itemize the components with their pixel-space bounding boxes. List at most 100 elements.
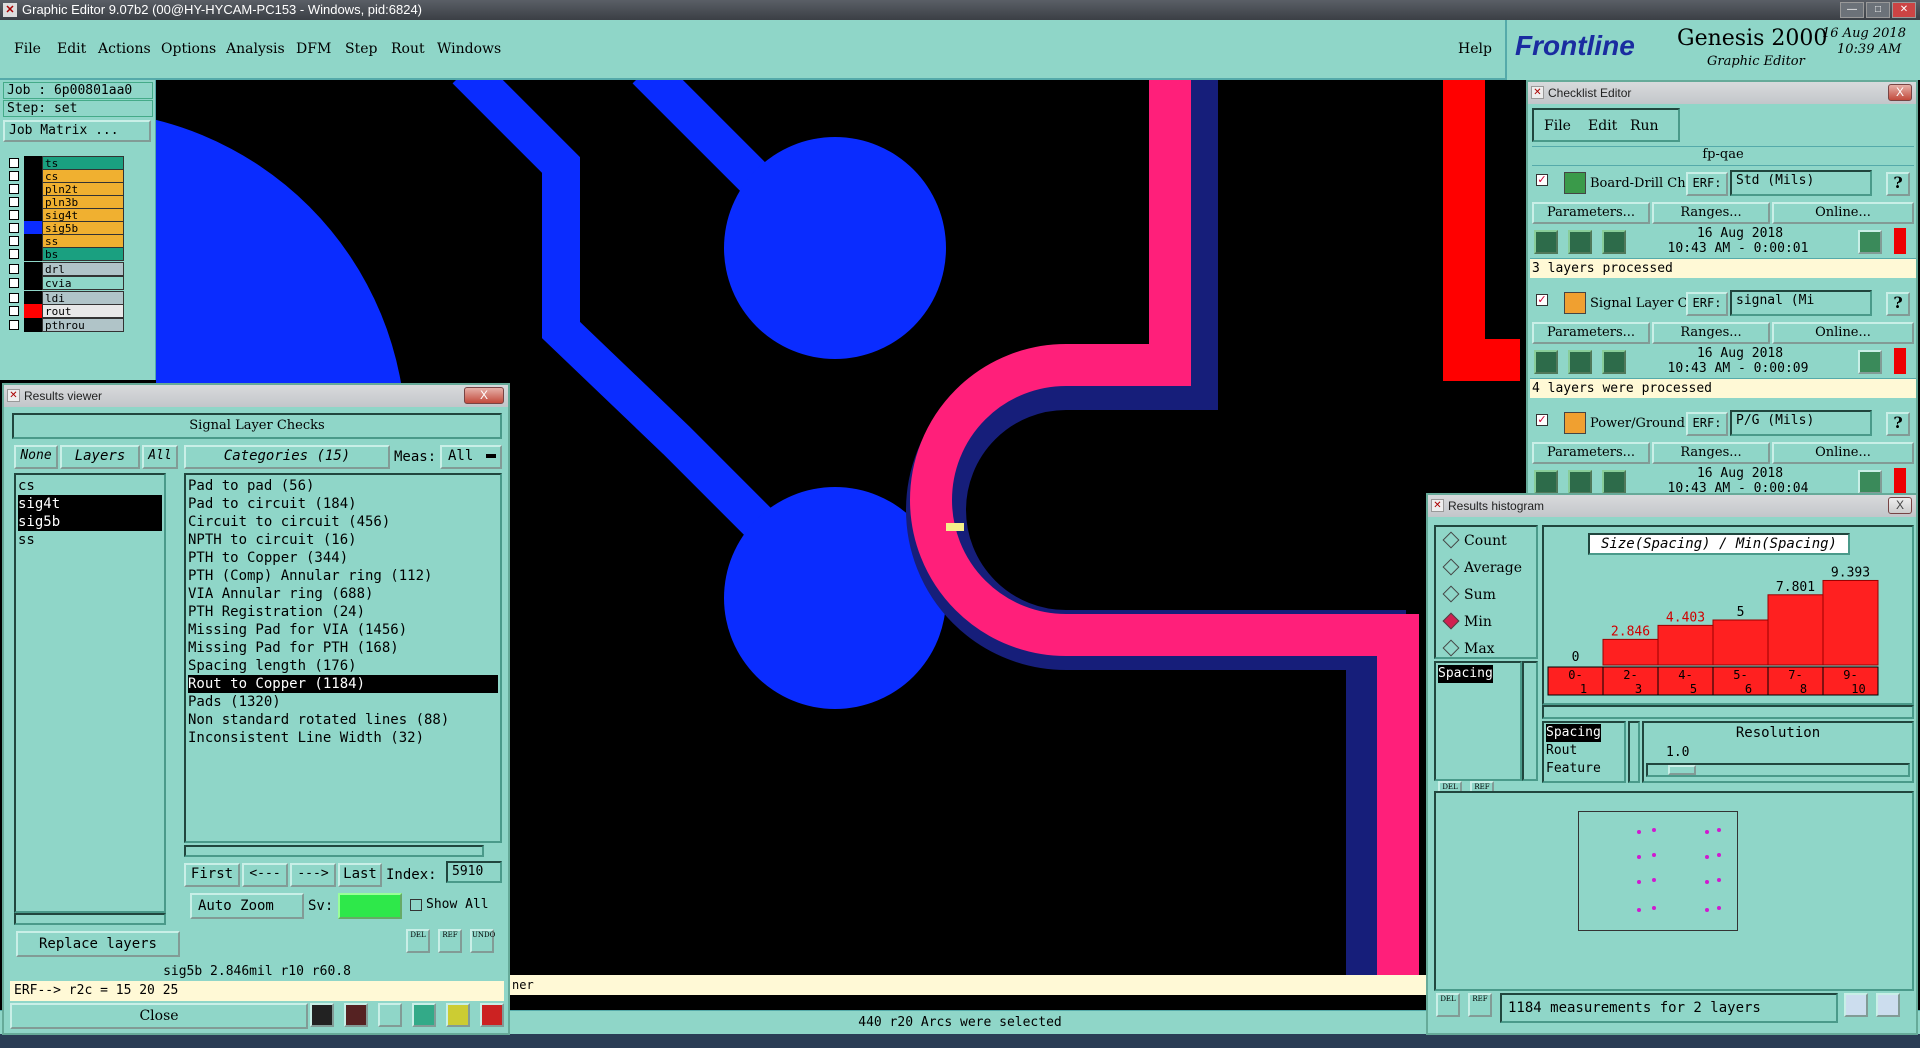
measure-list[interactable]: Spacing bbox=[1434, 661, 1522, 781]
check-enable-checkbox[interactable]: ✓ bbox=[1536, 414, 1548, 426]
run-step-icon[interactable] bbox=[1602, 470, 1626, 494]
prev-button[interactable]: <--- bbox=[242, 863, 288, 887]
help-button[interactable]: ? bbox=[1886, 172, 1910, 196]
menu-step[interactable]: Step bbox=[345, 41, 377, 57]
layer-name[interactable]: rout bbox=[42, 304, 124, 318]
measure-vscroll[interactable] bbox=[1522, 661, 1538, 781]
category-item[interactable]: NPTH to circuit (16) bbox=[188, 531, 498, 549]
histogram-bar[interactable] bbox=[1822, 579, 1879, 666]
layer-checkbox[interactable] bbox=[9, 158, 19, 168]
layer-name[interactable]: ldi bbox=[42, 291, 124, 305]
close-icon[interactable]: X bbox=[1888, 497, 1912, 514]
run-all-icon[interactable] bbox=[1568, 350, 1592, 374]
erf-label[interactable]: ERF: bbox=[1686, 172, 1728, 196]
tool-icon-4[interactable] bbox=[412, 1003, 436, 1027]
histogram-chart[interactable]: 00-12.8462-34.4034-555-67.8017-89.3939-1… bbox=[1544, 557, 1912, 707]
category-item[interactable]: Circuit to circuit (456) bbox=[188, 513, 498, 531]
refresh-icon[interactable]: REF bbox=[438, 929, 462, 953]
ranges-button[interactable]: Ranges... bbox=[1652, 322, 1770, 344]
refresh-icon[interactable]: REF bbox=[1468, 993, 1492, 1017]
category-item[interactable]: VIA Annular ring (688) bbox=[188, 585, 498, 603]
delete-icon[interactable]: DEL bbox=[1436, 993, 1460, 1017]
category-item[interactable]: PTH (Comp) Annular ring (112) bbox=[188, 567, 498, 585]
preview-thumbnail[interactable] bbox=[1578, 811, 1738, 931]
erf-value[interactable]: signal (Mi bbox=[1730, 290, 1872, 316]
online-button[interactable]: Online... bbox=[1772, 202, 1914, 224]
ranges-button[interactable]: Ranges... bbox=[1652, 442, 1770, 464]
chart-export-icon[interactable] bbox=[1876, 993, 1900, 1017]
layer-checkbox[interactable] bbox=[9, 197, 19, 207]
result-layer-item[interactable]: sig5b bbox=[18, 513, 162, 531]
tool-icon-2[interactable] bbox=[344, 1003, 368, 1027]
category-hscroll[interactable] bbox=[184, 845, 484, 857]
histogram-bar[interactable] bbox=[1712, 619, 1769, 666]
layer-name[interactable]: pln3b bbox=[42, 195, 124, 209]
category-item[interactable]: Pads (1320) bbox=[188, 693, 498, 711]
tool-icon-3[interactable] bbox=[378, 1003, 402, 1027]
run-icon[interactable] bbox=[1534, 350, 1558, 374]
close-button[interactable]: Close bbox=[10, 1003, 308, 1029]
run-all-icon[interactable] bbox=[1568, 230, 1592, 254]
radio-min[interactable]: Min bbox=[1436, 612, 1536, 632]
run-all-icon[interactable] bbox=[1568, 470, 1592, 494]
result-layer-item[interactable]: cs bbox=[18, 477, 162, 495]
check-enable-checkbox[interactable]: ✓ bbox=[1536, 174, 1548, 186]
layer-row-drl[interactable]: drl bbox=[4, 262, 124, 277]
layer-results-list[interactable]: cs sig4t sig5b ss bbox=[14, 473, 166, 913]
attribute-list[interactable]: Spacing Rout Feature bbox=[1542, 721, 1626, 783]
menu-options[interactable]: Options bbox=[161, 41, 216, 57]
erf-value[interactable]: P/G (Mils) bbox=[1730, 410, 1872, 436]
radio-average[interactable]: Average bbox=[1436, 558, 1536, 578]
layer-name[interactable]: drl bbox=[42, 262, 124, 276]
category-item[interactable]: Missing Pad for PTH (168) bbox=[188, 639, 498, 657]
category-item[interactable]: PTH to Copper (344) bbox=[188, 549, 498, 567]
layer-checkbox[interactable] bbox=[9, 320, 19, 330]
radio-count[interactable]: Count bbox=[1436, 531, 1536, 551]
layer-checkbox[interactable] bbox=[9, 210, 19, 220]
erf-label[interactable]: ERF: bbox=[1686, 292, 1728, 316]
layer-row-pthrou[interactable]: pthrou bbox=[4, 318, 124, 333]
next-button[interactable]: ---> bbox=[290, 863, 336, 887]
resolution-slider-handle[interactable] bbox=[1668, 765, 1696, 775]
histogram-bar[interactable] bbox=[1657, 624, 1714, 666]
job-matrix-button[interactable]: Job Matrix ... bbox=[3, 120, 151, 142]
measure-item[interactable]: Spacing bbox=[1438, 665, 1493, 683]
menu-rout[interactable]: Rout bbox=[391, 41, 425, 57]
tool-icon-5[interactable] bbox=[446, 1003, 470, 1027]
help-button[interactable]: ? bbox=[1886, 292, 1910, 316]
menu-dfm[interactable]: DFM bbox=[296, 41, 331, 57]
checklist-menu-edit[interactable]: Edit bbox=[1588, 118, 1617, 134]
zoom-results-icon[interactable] bbox=[1858, 230, 1882, 254]
run-icon[interactable] bbox=[1534, 230, 1558, 254]
index-input[interactable]: 5910 bbox=[446, 861, 502, 883]
attribute-vscroll[interactable] bbox=[1628, 721, 1640, 783]
last-button[interactable]: Last bbox=[338, 863, 382, 887]
layer-name[interactable]: sig4t bbox=[42, 208, 124, 222]
erf-value[interactable]: Std (Mils) bbox=[1730, 170, 1872, 196]
checklist-menu-file[interactable]: File bbox=[1544, 118, 1571, 134]
layer-row-cvia[interactable]: cvia bbox=[4, 276, 124, 291]
online-button[interactable]: Online... bbox=[1772, 322, 1914, 344]
layer-name[interactable]: cvia bbox=[42, 276, 124, 290]
category-item[interactable]: Spacing length (176) bbox=[188, 657, 498, 675]
layer-checkbox[interactable] bbox=[9, 171, 19, 181]
check-name[interactable]: Signal Layer Ch bbox=[1590, 296, 1686, 311]
histogram-bar[interactable] bbox=[1767, 594, 1824, 666]
zoom-results-icon[interactable] bbox=[1858, 470, 1882, 494]
category-item[interactable]: Rout to Copper (1184) bbox=[188, 675, 498, 693]
severity-dropdown[interactable] bbox=[338, 893, 402, 919]
category-item[interactable]: Pad to circuit (184) bbox=[188, 495, 498, 513]
undo-icon[interactable]: UNDO bbox=[470, 929, 495, 953]
checklist-menu-run[interactable]: Run bbox=[1630, 118, 1659, 134]
zoom-results-icon[interactable] bbox=[1858, 350, 1882, 374]
attribute-item[interactable]: Spacing bbox=[1546, 724, 1601, 742]
meas-dropdown[interactable]: All bbox=[440, 445, 502, 469]
histogram-titlebar[interactable]: ✕ Results histogram X bbox=[1428, 495, 1916, 517]
first-button[interactable]: First bbox=[184, 863, 240, 887]
auto-zoom-dropdown[interactable]: Auto Zoom bbox=[190, 893, 304, 919]
result-layer-item[interactable]: sig4t bbox=[18, 495, 162, 513]
category-item[interactable]: Inconsistent Line Width (32) bbox=[188, 729, 498, 747]
menu-file[interactable]: File bbox=[14, 41, 41, 57]
run-step-icon[interactable] bbox=[1602, 350, 1626, 374]
layer-row-rout[interactable]: rout bbox=[4, 304, 124, 319]
